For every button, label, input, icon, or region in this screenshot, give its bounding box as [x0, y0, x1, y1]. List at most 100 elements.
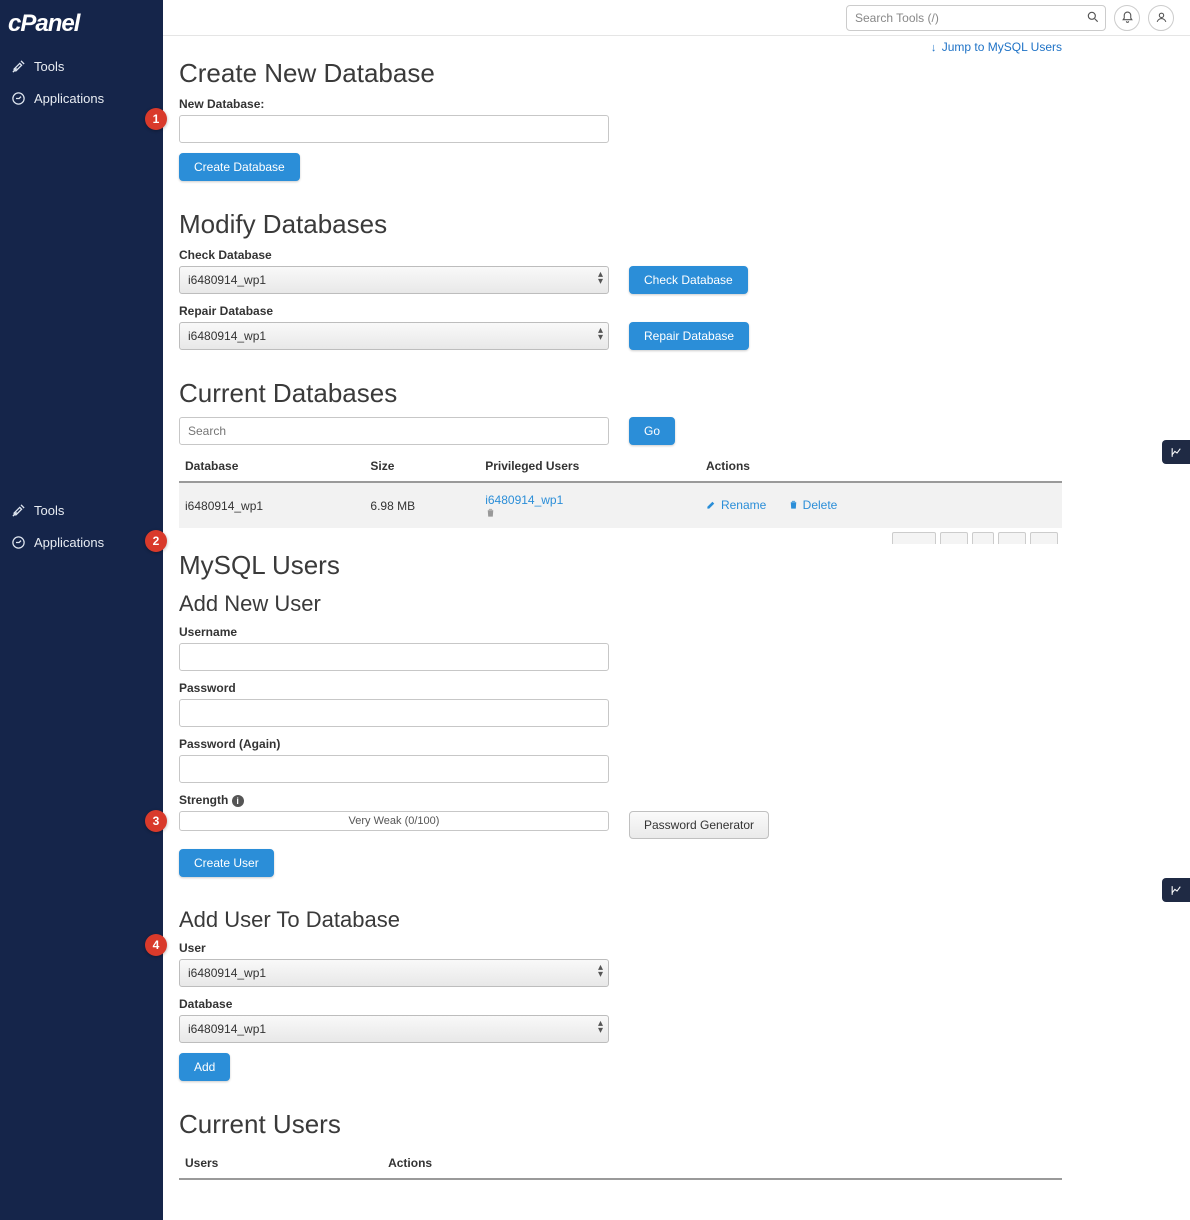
pencil-icon: [706, 499, 717, 510]
info-icon[interactable]: i: [232, 795, 244, 807]
databases-table: Database Size Privileged Users Actions i…: [179, 451, 1062, 528]
chart-icon: [1170, 446, 1183, 459]
db-select-label: Database: [179, 997, 1062, 1011]
password-again-label: Password (Again): [179, 737, 1062, 751]
create-db-title: Create New Database: [179, 58, 1062, 89]
user-icon: [1155, 11, 1168, 24]
sidebar-item-label: Tools: [34, 59, 64, 74]
page-next[interactable]: [998, 532, 1026, 544]
create-database-button[interactable]: Create Database: [179, 153, 300, 181]
user-select-label: User: [179, 941, 1062, 955]
side-tab-2[interactable]: [1162, 878, 1190, 902]
sidebar-item-tools[interactable]: Tools: [0, 50, 163, 82]
page-last[interactable]: [1030, 532, 1058, 544]
repair-db-value: i6480914_wp1: [188, 329, 266, 343]
annotation-badge-1: 1: [145, 108, 167, 130]
cell-actions: Rename Delete: [700, 482, 1062, 528]
password-generator-button[interactable]: Password Generator: [629, 811, 769, 839]
search-icon[interactable]: [1086, 10, 1100, 24]
notifications-button[interactable]: [1114, 5, 1140, 31]
new-db-input[interactable]: [179, 115, 609, 143]
sidebar-item-applications[interactable]: Applications: [0, 82, 163, 114]
th-users: Users: [179, 1148, 382, 1179]
trash-icon[interactable]: [485, 507, 694, 518]
username-input[interactable]: [179, 643, 609, 671]
sidebar-nav-primary: Tools Applications: [0, 44, 163, 120]
current-users-title: Current Users: [179, 1109, 1062, 1140]
page-size-select[interactable]: [892, 532, 936, 544]
trash-icon: [788, 499, 799, 510]
table-row: i6480914_wp1 6.98 MB i6480914_wp1 Rename: [179, 482, 1062, 528]
applications-icon: [10, 534, 26, 550]
search-input[interactable]: [846, 5, 1106, 31]
go-button[interactable]: Go: [629, 417, 675, 445]
delete-button[interactable]: Delete: [788, 498, 838, 512]
th-actions: Actions: [700, 451, 1062, 482]
side-tab-1[interactable]: [1162, 440, 1190, 464]
check-db-label: Check Database: [179, 248, 1062, 262]
annotation-badge-3: 3: [145, 810, 167, 832]
brand-logo: cPanel: [0, 0, 163, 44]
users-table: Users Actions: [179, 1148, 1062, 1180]
jump-to-users-link[interactable]: ↓ Jump to MySQL Users: [931, 40, 1062, 54]
cell-size: 6.98 MB: [364, 482, 479, 528]
cell-db: i6480914_wp1: [179, 482, 364, 528]
th-database: Database: [179, 451, 364, 482]
arrow-down-icon: ↓: [931, 42, 937, 54]
add-user-db-title: Add User To Database: [179, 907, 1062, 933]
annotation-badge-4: 4: [145, 934, 167, 956]
cell-user: i6480914_wp1: [479, 482, 700, 528]
sidebar: cPanel Tools Applications Tools: [0, 0, 163, 1220]
create-user-button[interactable]: Create User: [179, 849, 274, 877]
check-db-value: i6480914_wp1: [188, 273, 266, 287]
strength-text: Very Weak (0/100): [349, 815, 440, 827]
strength-label: Strength i: [179, 793, 1062, 807]
current-db-title: Current Databases: [179, 378, 1062, 409]
privileged-user-link[interactable]: i6480914_wp1: [485, 493, 563, 507]
topbar: [163, 0, 1190, 36]
main: ↓ Jump to MySQL Users Create New Databas…: [163, 0, 1190, 1220]
sidebar-item-applications-2[interactable]: Applications: [0, 526, 163, 558]
account-button[interactable]: [1148, 5, 1174, 31]
user-select-value: i6480914_wp1: [188, 966, 266, 980]
db-select[interactable]: i6480914_wp1: [179, 1015, 609, 1043]
rename-button[interactable]: Rename: [706, 498, 766, 512]
db-select-value: i6480914_wp1: [188, 1022, 266, 1036]
annotation-badge-2: 2: [145, 530, 167, 552]
brand-text: cPanel: [8, 10, 79, 37]
sidebar-item-label: Applications: [34, 91, 104, 106]
tools-icon: [10, 58, 26, 74]
password-again-input[interactable]: [179, 755, 609, 783]
add-button[interactable]: Add: [179, 1053, 230, 1081]
check-db-select[interactable]: i6480914_wp1: [179, 266, 609, 294]
sidebar-nav-secondary: Tools Applications: [0, 488, 163, 564]
search-wrap: [846, 5, 1106, 31]
tools-icon: [10, 502, 26, 518]
password-label: Password: [179, 681, 1062, 695]
content: ↓ Jump to MySQL Users Create New Databas…: [163, 36, 1190, 1220]
th-actions: Actions: [382, 1148, 1062, 1179]
pagination-stub: [179, 532, 1062, 544]
current-db-search[interactable]: [179, 417, 609, 445]
mysql-users-title: MySQL Users: [179, 550, 1062, 581]
repair-db-label: Repair Database: [179, 304, 1062, 318]
user-select[interactable]: i6480914_wp1: [179, 959, 609, 987]
page-num[interactable]: [972, 532, 994, 544]
check-database-button[interactable]: Check Database: [629, 266, 748, 294]
sidebar-item-label: Tools: [34, 503, 64, 518]
password-input[interactable]: [179, 699, 609, 727]
chart-icon: [1170, 884, 1183, 897]
modify-db-title: Modify Databases: [179, 209, 1062, 240]
bell-icon: [1121, 11, 1134, 24]
sidebar-item-tools-2[interactable]: Tools: [0, 494, 163, 526]
th-size: Size: [364, 451, 479, 482]
strength-meter: Very Weak (0/100): [179, 811, 609, 831]
th-users: Privileged Users: [479, 451, 700, 482]
page-prev[interactable]: [940, 532, 968, 544]
repair-db-select[interactable]: i6480914_wp1: [179, 322, 609, 350]
username-label: Username: [179, 625, 1062, 639]
jump-link-text: Jump to MySQL Users: [942, 40, 1062, 54]
sidebar-item-label: Applications: [34, 535, 104, 550]
repair-database-button[interactable]: Repair Database: [629, 322, 749, 350]
add-user-title: Add New User: [179, 591, 1062, 617]
